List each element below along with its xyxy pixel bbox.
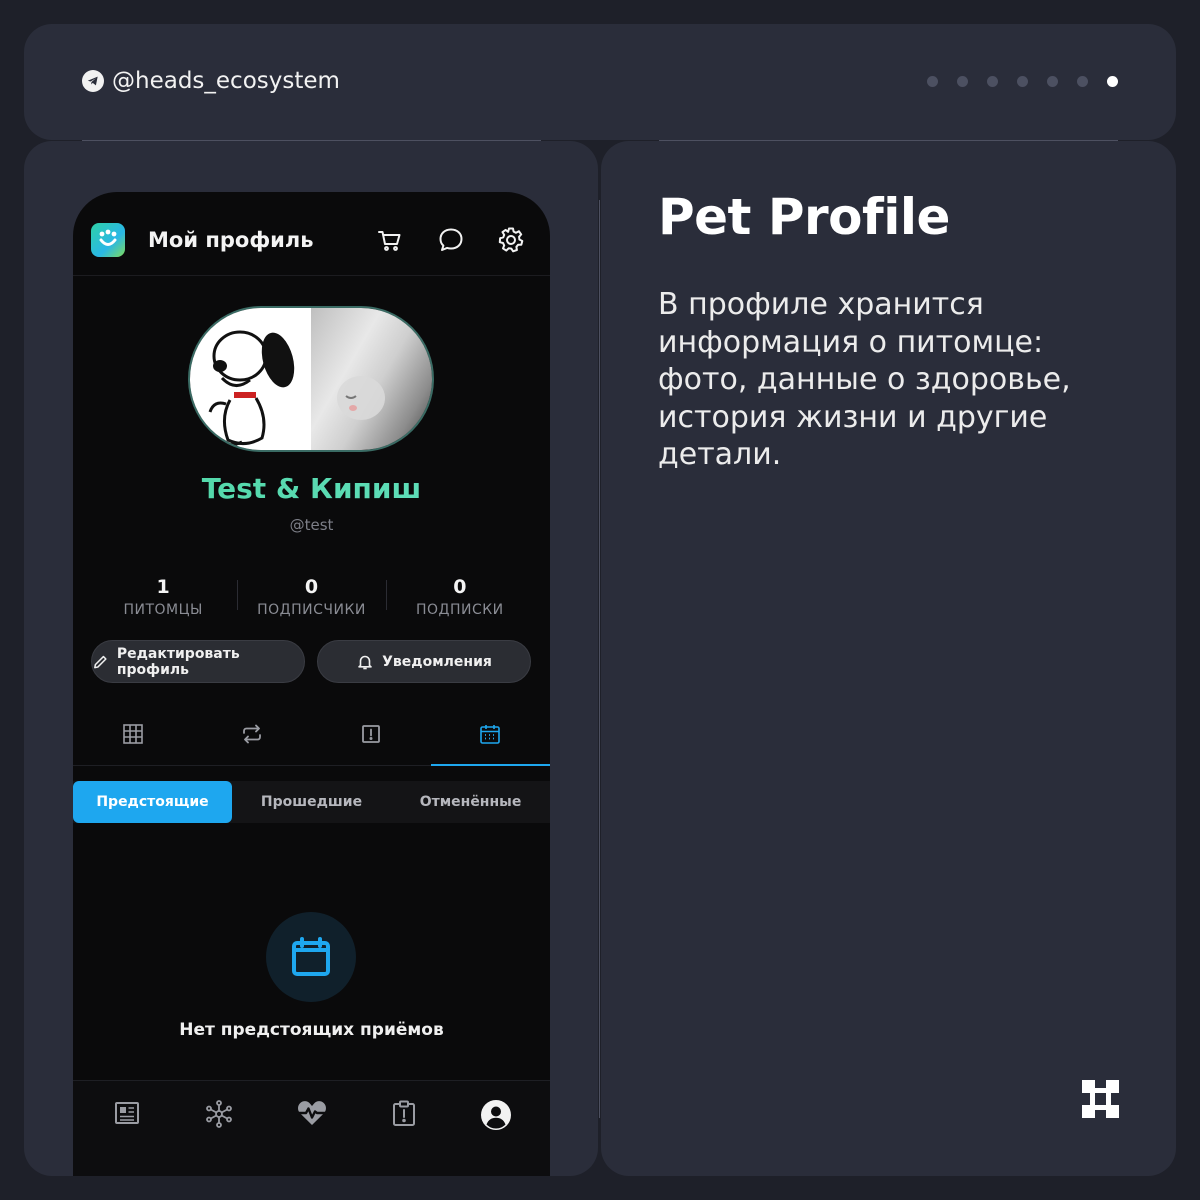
- divider: [599, 200, 600, 1118]
- calendar-icon: [480, 724, 501, 744]
- stat-label: ПОДПИСКИ: [415, 602, 504, 618]
- stat-followers[interactable]: 0 ПОДПИСЧИКИ: [237, 576, 385, 618]
- nav-profile[interactable]: [450, 1081, 542, 1176]
- app-logo: [91, 223, 125, 257]
- dog-photo: [190, 308, 311, 450]
- profile-stats: 1 ПИТОМЦЫ 0 ПОДПИСЧИКИ 0 ПОДПИСКИ: [89, 576, 534, 618]
- grid-icon: [122, 723, 143, 744]
- app-header: Мой профиль: [73, 192, 550, 276]
- nav-network[interactable]: [173, 1081, 265, 1176]
- pet-name: Test & Кипиш: [73, 472, 550, 505]
- slide-dot-active[interactable]: [1107, 76, 1118, 87]
- phone-screen: Мой профиль Test & Кипиш @test 1 ПИТОМЦЫ…: [73, 192, 550, 1176]
- slide-dot[interactable]: [1017, 76, 1028, 87]
- bottom-nav: [73, 1080, 550, 1176]
- cart-icon[interactable]: [375, 225, 405, 255]
- slide-title: Pet Profile: [658, 188, 950, 246]
- stat-value: 0: [453, 576, 467, 598]
- health-icon: [297, 1101, 326, 1125]
- news-icon: [115, 1102, 140, 1124]
- stat-value: 0: [304, 576, 319, 598]
- stat-label: ПОДПИСЧИКИ: [257, 602, 366, 618]
- slide-dot[interactable]: [957, 76, 968, 87]
- edit-profile-label: Редактировать профиль: [116, 645, 240, 678]
- nav-health[interactable]: [265, 1081, 357, 1176]
- cat-photo: [311, 308, 432, 450]
- stat-pets[interactable]: 1 ПИТОМЦЫ: [89, 576, 237, 618]
- stat-label: ПИТОМЦЫ: [123, 602, 203, 618]
- chat-icon[interactable]: [436, 225, 466, 255]
- page-title: Мой профиль: [148, 228, 314, 252]
- notifications-button[interactable]: Уведомления: [317, 640, 531, 683]
- telegram-icon: [82, 70, 104, 92]
- tab-reposts[interactable]: [192, 702, 311, 765]
- segment-past[interactable]: Прошедшие: [232, 781, 391, 823]
- segment-cancelled[interactable]: Отменённые: [391, 781, 550, 823]
- empty-state-text: Нет предстоящих приёмов: [179, 1020, 444, 1040]
- stat-following[interactable]: 0 ПОДПИСКИ: [385, 576, 534, 618]
- bell-icon: [358, 655, 372, 669]
- empty-calendar-icon: [266, 912, 356, 1002]
- settings-icon[interactable]: [496, 225, 526, 255]
- slide-dot[interactable]: [987, 76, 998, 87]
- profile-tabs: [73, 702, 550, 766]
- profile-icon: [480, 1100, 511, 1130]
- repost-icon: [242, 724, 261, 743]
- brand-logo: [1082, 1080, 1119, 1118]
- slide-dot[interactable]: [927, 76, 938, 87]
- alert-icon: [362, 724, 381, 743]
- segment-upcoming[interactable]: Предстоящие: [73, 781, 232, 823]
- divider: [659, 140, 1118, 141]
- notifications-label: Уведомления: [382, 653, 492, 670]
- tab-alerts[interactable]: [312, 702, 431, 765]
- channel-handle-text: @heads_ecosystem: [112, 68, 340, 94]
- pencil-icon: [94, 655, 107, 668]
- nav-news[interactable]: [81, 1081, 173, 1176]
- channel-handle[interactable]: @heads_ecosystem: [82, 68, 340, 94]
- network-icon: [206, 1100, 233, 1128]
- edit-profile-button[interactable]: Редактировать профиль: [91, 640, 305, 683]
- nav-tasks[interactable]: [358, 1081, 450, 1176]
- slide-dot[interactable]: [1077, 76, 1088, 87]
- tab-calendar[interactable]: [430, 702, 550, 766]
- stat-value: 1: [156, 576, 170, 598]
- slide-dot[interactable]: [1047, 76, 1058, 87]
- pet-avatar[interactable]: [188, 306, 434, 452]
- clipboard-icon: [392, 1100, 415, 1126]
- divider: [82, 140, 541, 141]
- slide-indicator: [927, 76, 1118, 87]
- pet-username: @test: [289, 516, 334, 534]
- tab-grid[interactable]: [73, 702, 192, 765]
- appointment-filter: Предстоящие Прошедшие Отменённые: [73, 781, 550, 823]
- slide-description: В профиле хранится информация о питомце:…: [658, 287, 1071, 472]
